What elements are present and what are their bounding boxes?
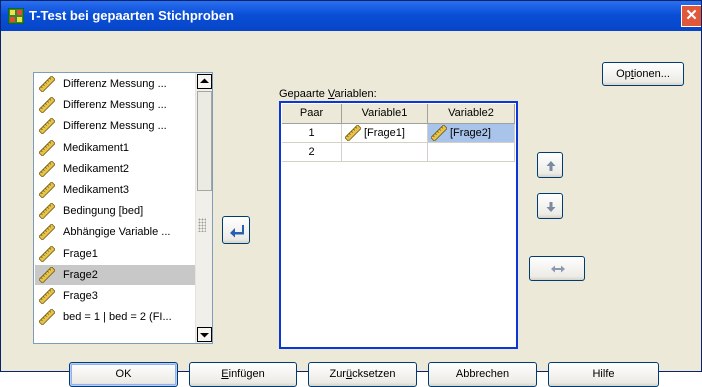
list-item-label: Frage3: [63, 290, 98, 302]
scale-ruler-icon: [39, 139, 55, 156]
scale-ruler-icon: [39, 182, 55, 198]
dialog-body: bed = 1 | bed = 2 (FI... Frage3 Frage2 Frag…: [3, 31, 699, 387]
source-variable-list[interactable]: bed = 1 | bed = 2 (FI... Frage3 Frage2 Frag…: [33, 72, 213, 344]
column-header-variable2[interactable]: Variable2: [428, 104, 515, 124]
list-item[interactable]: Abhängige Variable ...: [35, 222, 195, 242]
list-item-label: Differenz Messung ...: [63, 120, 167, 133]
list-scrollbar[interactable]: [195, 73, 212, 343]
paired-variables-label: Gepaarte Variablen:: [279, 88, 377, 100]
paste-button[interactable]: Einfügen: [189, 362, 297, 387]
reset-button[interactable]: Zurücksetzen: [308, 362, 417, 387]
title-bar[interactable]: T-Test bei gepaarten Stichproben ✕: [1, 1, 701, 31]
pair-variable2-cell[interactable]: [428, 143, 515, 162]
list-item[interactable]: Differenz Messung ...: [35, 95, 195, 115]
list-item[interactable]: Frage2: [35, 264, 195, 285]
scroll-down-button[interactable]: [197, 327, 212, 342]
scale-ruler-icon: [39, 203, 55, 220]
list-item[interactable]: Frage1: [35, 244, 195, 264]
scale-ruler-icon: [39, 288, 55, 304]
move-up-button[interactable]: [537, 152, 563, 178]
list-item-label: Medikament2: [63, 162, 130, 175]
close-icon: ✕: [685, 7, 698, 24]
scroll-thumb[interactable]: [197, 91, 212, 191]
list-item[interactable]: Medikament3: [35, 180, 195, 200]
ok-button[interactable]: OK: [69, 362, 178, 387]
scale-ruler-icon: [39, 76, 55, 92]
list-item-label: Abhängige Variable ...: [63, 226, 171, 239]
list-item-label: Medikament1: [63, 141, 130, 154]
arrow-up-icon: [546, 161, 556, 171]
list-item-label: Bedingung [bed]: [63, 205, 144, 218]
list-item[interactable]: Bedingung [bed]: [35, 201, 195, 221]
move-down-button[interactable]: [537, 193, 563, 219]
close-button[interactable]: ✕: [681, 5, 701, 27]
list-item-label: Frage1: [63, 247, 98, 260]
scale-ruler-icon: [39, 160, 55, 177]
scale-ruler-icon: [39, 118, 55, 135]
pair-variable1-cell[interactable]: [342, 143, 428, 162]
scale-ruler-icon: [431, 125, 447, 141]
scroll-down-icon: [200, 333, 209, 338]
list-item-label: Differenz Messung ...: [63, 78, 167, 90]
scale-ruler-icon: [39, 266, 55, 283]
list-item[interactable]: Frage3: [35, 286, 195, 306]
arrow-down-icon: [546, 202, 556, 212]
scale-ruler-icon: [39, 97, 55, 114]
help-button[interactable]: Hilfe: [548, 362, 659, 387]
pair-variable1-cell[interactable]: [Frage1]: [342, 124, 428, 143]
list-item[interactable]: Differenz Messung ...: [35, 74, 195, 94]
cancel-button[interactable]: Abbrechen: [428, 362, 537, 387]
pair-number-cell[interactable]: 2: [282, 143, 342, 162]
app-icon: [8, 8, 24, 24]
scale-ruler-icon: [39, 245, 55, 262]
scale-ruler-icon: [39, 224, 55, 241]
list-item-label: Medikament3: [63, 184, 130, 196]
column-header-variable1[interactable]: Variable1: [342, 104, 428, 124]
scale-ruler-icon: [39, 309, 55, 326]
list-item[interactable]: Medikament1: [35, 138, 195, 158]
list-item-label: Differenz Messung ...: [63, 99, 167, 112]
list-item-label: Frage2: [63, 268, 98, 281]
move-to-pairs-button[interactable]: [222, 216, 250, 244]
dialog-window: T-Test bei gepaarten Stichproben ✕ bed =…: [0, 0, 702, 387]
scroll-up-button[interactable]: [197, 74, 212, 89]
resize-grip[interactable]: [198, 218, 206, 232]
window-title: T-Test bei gepaarten Stichproben: [29, 8, 234, 23]
column-header-paar[interactable]: Paar: [282, 104, 342, 124]
list-item[interactable]: Medikament2: [35, 159, 195, 179]
swap-variables-button[interactable]: [529, 256, 585, 281]
pair-number-cell[interactable]: 1: [282, 124, 342, 143]
swap-icon: [551, 265, 565, 273]
list-item[interactable]: Differenz Messung ...: [35, 116, 195, 136]
paired-variables-grid[interactable]: Paar Variable1 Variable2 1 [Frage1] [Fra…: [279, 101, 518, 349]
scroll-up-icon: [200, 78, 209, 83]
scale-ruler-icon: [345, 125, 361, 141]
move-right-arrow-icon: [230, 225, 244, 238]
list-item[interactable]: bed = 1 | bed = 2 (FI...: [35, 307, 195, 327]
list-item-label: bed = 1 | bed = 2 (FI...: [63, 311, 172, 324]
pair-variable2-cell[interactable]: [Frage2]: [428, 124, 515, 143]
options-button[interactable]: Optionen...: [602, 62, 684, 86]
